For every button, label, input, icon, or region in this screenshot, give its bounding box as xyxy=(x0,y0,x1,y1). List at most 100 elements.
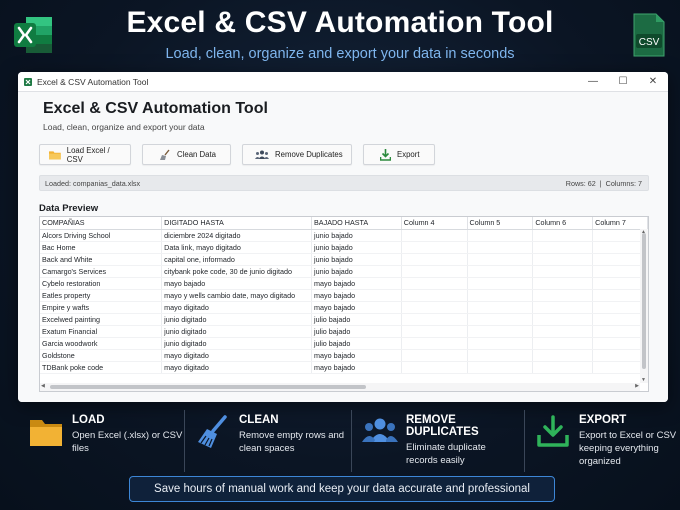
table-row[interactable]: TDBank poke code mayo digitado mayo bajado xyxy=(40,361,648,374)
table-cell[interactable] xyxy=(401,289,468,302)
table-cell[interactable] xyxy=(467,253,534,266)
table-cell[interactable] xyxy=(532,337,594,350)
table-cell[interactable] xyxy=(401,241,468,254)
table-cell[interactable]: citybank poke code, 30 de junio digitado xyxy=(161,265,313,278)
table-cell[interactable] xyxy=(401,313,468,326)
table-cell[interactable] xyxy=(532,325,594,338)
table-cell[interactable]: Bac Home xyxy=(40,241,163,254)
table-row[interactable]: Goldstone mayo digitado mayo bajado xyxy=(40,349,648,362)
table-cell[interactable]: julio bajado xyxy=(311,325,402,338)
table-cell[interactable]: junio digitado xyxy=(161,337,313,350)
table-cell[interactable] xyxy=(401,229,468,242)
table-cell[interactable] xyxy=(401,325,468,338)
table-cell[interactable]: mayo digitado xyxy=(161,361,313,374)
window-titlebar[interactable]: Excel & CSV Automation Tool — ☐ ✕ xyxy=(18,72,668,92)
table-cell[interactable] xyxy=(401,301,468,314)
table-cell[interactable] xyxy=(401,337,468,350)
table-cell[interactable]: Camargo's Services xyxy=(40,265,163,278)
table-cell[interactable] xyxy=(467,229,534,242)
table-cell[interactable]: junio digitado xyxy=(161,325,313,338)
table-cell[interactable] xyxy=(467,265,534,278)
table-cell[interactable]: mayo bajado xyxy=(311,277,402,290)
table-row[interactable]: Garcia woodwork junio digitado julio bajad… xyxy=(40,337,648,350)
table-cell[interactable]: junio digitado xyxy=(161,313,313,326)
table-row[interactable]: Back and White capital one, informado juni… xyxy=(40,253,648,266)
table-cell[interactable]: junio bajado xyxy=(311,253,402,266)
table-cell[interactable]: Alcors Driving School xyxy=(40,229,163,242)
table-row[interactable]: Empire y wafts mayo digitado mayo bajado xyxy=(40,301,648,314)
table-cell[interactable]: mayo bajado xyxy=(311,349,402,362)
table-cell[interactable]: mayo y wells cambio date, mayo digitado xyxy=(161,289,313,302)
table-cell[interactable]: mayo bajado xyxy=(311,289,402,302)
table-cell[interactable] xyxy=(467,277,534,290)
table-cell[interactable] xyxy=(401,277,468,290)
table-cell[interactable] xyxy=(532,289,594,302)
clean-data-button[interactable]: Clean Data xyxy=(142,144,231,165)
table-cell[interactable] xyxy=(401,265,468,278)
table-cell[interactable]: mayo bajado xyxy=(161,277,313,290)
data-preview-grid[interactable]: COMPAÑIAS DIGITADO HASTA BAJADO HASTA Co… xyxy=(39,216,649,392)
table-cell[interactable]: junio bajado xyxy=(311,241,402,254)
column-header[interactable]: Column 5 xyxy=(467,217,534,230)
table-cell[interactable] xyxy=(401,349,468,362)
table-cell[interactable]: TDBank poke code xyxy=(40,361,163,374)
table-row[interactable]: Cybelo restoration mayo bajado mayo bajado xyxy=(40,277,648,290)
horizontal-scrollbar[interactable]: ◀ ▶ xyxy=(40,383,640,391)
table-row[interactable]: Alcors Driving School diciembre 2024 digi… xyxy=(40,229,648,242)
table-cell[interactable] xyxy=(532,277,594,290)
table-cell[interactable]: Goldstone xyxy=(40,349,163,362)
maximize-button[interactable]: ☐ xyxy=(608,76,638,87)
table-row[interactable]: Excelwed painting junio digitado julio baj… xyxy=(40,313,648,326)
load-file-button[interactable]: Load Excel / CSV xyxy=(39,144,131,165)
column-header[interactable]: Column 6 xyxy=(532,217,594,230)
table-cell[interactable] xyxy=(532,241,594,254)
close-button[interactable]: ✕ xyxy=(638,76,668,87)
table-row[interactable]: Exatum Financial junio digitado julio baja… xyxy=(40,325,648,338)
column-header[interactable]: DIGITADO HASTA xyxy=(161,217,313,230)
table-cell[interactable] xyxy=(532,313,594,326)
table-cell[interactable]: capital one, informado xyxy=(161,253,313,266)
table-cell[interactable] xyxy=(467,301,534,314)
column-header[interactable]: COMPAÑIAS xyxy=(40,217,163,230)
table-cell[interactable] xyxy=(532,265,594,278)
table-cell[interactable] xyxy=(532,229,594,242)
horizontal-scroll-thumb[interactable] xyxy=(50,385,366,389)
table-cell[interactable]: Back and White xyxy=(40,253,163,266)
table-row[interactable]: Camargo's Services citybank poke code, 30… xyxy=(40,265,648,278)
minimize-button[interactable]: — xyxy=(578,76,608,87)
table-cell[interactable]: julio bajado xyxy=(311,313,402,326)
vertical-scroll-thumb[interactable] xyxy=(642,233,646,369)
scroll-down-icon[interactable]: ▼ xyxy=(641,377,646,383)
column-header[interactable]: Column 7 xyxy=(592,217,648,230)
table-cell[interactable]: Excelwed painting xyxy=(40,313,163,326)
table-cell[interactable] xyxy=(467,289,534,302)
table-cell[interactable]: julio bajado xyxy=(311,337,402,350)
table-cell[interactable] xyxy=(401,253,468,266)
table-cell[interactable] xyxy=(532,301,594,314)
table-cell[interactable]: Data link, mayo digitado xyxy=(161,241,313,254)
vertical-scrollbar[interactable]: ▲ ▼ xyxy=(640,229,648,383)
table-cell[interactable]: junio bajado xyxy=(311,265,402,278)
scroll-right-icon[interactable]: ▶ xyxy=(635,383,639,389)
export-button[interactable]: Export xyxy=(363,144,435,165)
table-cell[interactable]: junio bajado xyxy=(311,229,402,242)
table-row[interactable]: Eatles property mayo y wells cambio date,… xyxy=(40,289,648,302)
table-cell[interactable]: Cybelo restoration xyxy=(40,277,163,290)
table-cell[interactable] xyxy=(532,361,594,374)
table-cell[interactable] xyxy=(467,361,534,374)
table-cell[interactable] xyxy=(401,361,468,374)
table-cell[interactable] xyxy=(532,349,594,362)
remove-duplicates-button[interactable]: Remove Duplicates xyxy=(242,144,352,165)
table-cell[interactable]: mayo digitado xyxy=(161,349,313,362)
table-cell[interactable]: Empire y wafts xyxy=(40,301,163,314)
table-cell[interactable]: Exatum Financial xyxy=(40,325,163,338)
column-header[interactable]: Column 4 xyxy=(401,217,468,230)
table-cell[interactable]: diciembre 2024 digitado xyxy=(161,229,313,242)
table-cell[interactable]: Garcia woodwork xyxy=(40,337,163,350)
table-row[interactable]: Bac Home Data link, mayo digitado junio ba… xyxy=(40,241,648,254)
table-cell[interactable]: mayo bajado xyxy=(311,361,402,374)
table-cell[interactable] xyxy=(467,241,534,254)
table-cell[interactable] xyxy=(467,313,534,326)
table-cell[interactable]: mayo digitado xyxy=(161,301,313,314)
scroll-left-icon[interactable]: ◀ xyxy=(41,383,45,389)
